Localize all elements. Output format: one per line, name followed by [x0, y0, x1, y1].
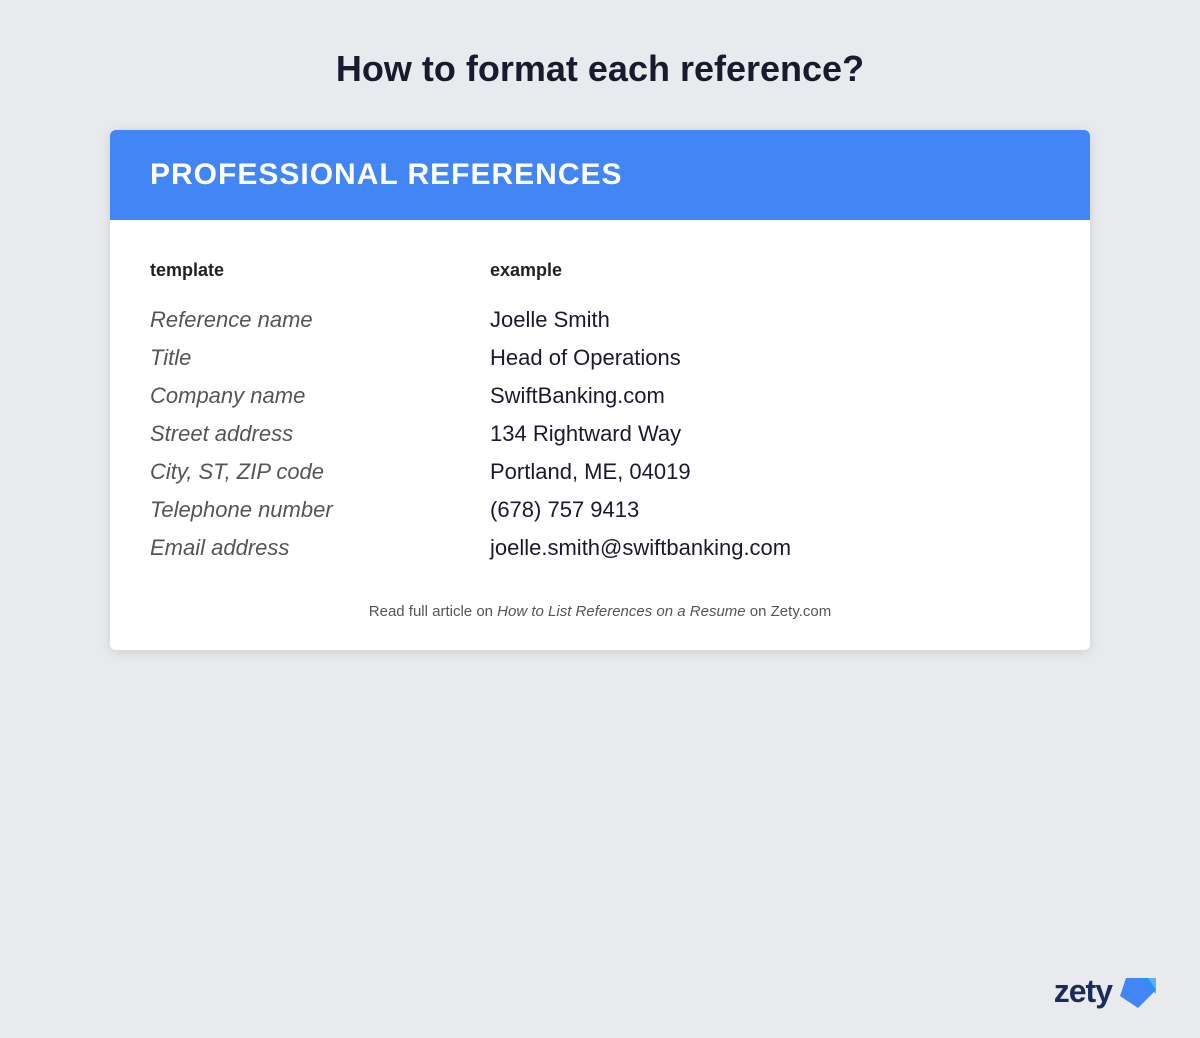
template-cell: Reference name — [150, 307, 490, 333]
example-cell: SwiftBanking.com — [490, 383, 665, 409]
reference-rows: Reference nameJoelle SmithTitleHead of O… — [150, 301, 1050, 567]
footer-link[interactable]: How to List References on a Resume — [497, 603, 745, 620]
example-cell: (678) 757 9413 — [490, 497, 639, 523]
table-row: Reference nameJoelle Smith — [150, 301, 1050, 339]
card-footer: Read full article on How to List Referen… — [150, 603, 1050, 620]
example-cell: Portland, ME, 04019 — [490, 459, 691, 485]
card-header: PROFESSIONAL REFERENCES — [110, 130, 1090, 220]
table-row: Street address134 Rightward Way — [150, 415, 1050, 453]
template-cell: Street address — [150, 421, 490, 447]
zety-logo: zety — [1054, 972, 1156, 1010]
example-cell: Joelle Smith — [490, 307, 610, 333]
table-row: City, ST, ZIP codePortland, ME, 04019 — [150, 453, 1050, 491]
columns-header: template example — [150, 260, 1050, 281]
table-row: Telephone number(678) 757 9413 — [150, 491, 1050, 529]
card-body: template example Reference nameJoelle Sm… — [110, 220, 1090, 650]
template-cell: Title — [150, 345, 490, 371]
template-cell: Company name — [150, 383, 490, 409]
footer-suffix: on Zety.com — [746, 603, 832, 620]
zety-icon — [1118, 972, 1156, 1010]
zety-text: zety — [1054, 973, 1112, 1010]
example-cell: 134 Rightward Way — [490, 421, 681, 447]
template-column-header: template — [150, 260, 490, 281]
example-cell: Head of Operations — [490, 345, 681, 371]
example-column-header: example — [490, 260, 562, 281]
table-row: Email addressjoelle.smith@swiftbanking.c… — [150, 529, 1050, 567]
table-row: Company nameSwiftBanking.com — [150, 377, 1050, 415]
template-cell: City, ST, ZIP code — [150, 459, 490, 485]
template-cell: Telephone number — [150, 497, 490, 523]
reference-card: PROFESSIONAL REFERENCES template example… — [110, 130, 1090, 650]
footer-prefix: Read full article on — [369, 603, 497, 620]
card-header-title: PROFESSIONAL REFERENCES — [150, 158, 623, 191]
page-title: How to format each reference? — [336, 48, 864, 90]
example-cell: joelle.smith@swiftbanking.com — [490, 535, 791, 561]
template-cell: Email address — [150, 535, 490, 561]
table-row: TitleHead of Operations — [150, 339, 1050, 377]
